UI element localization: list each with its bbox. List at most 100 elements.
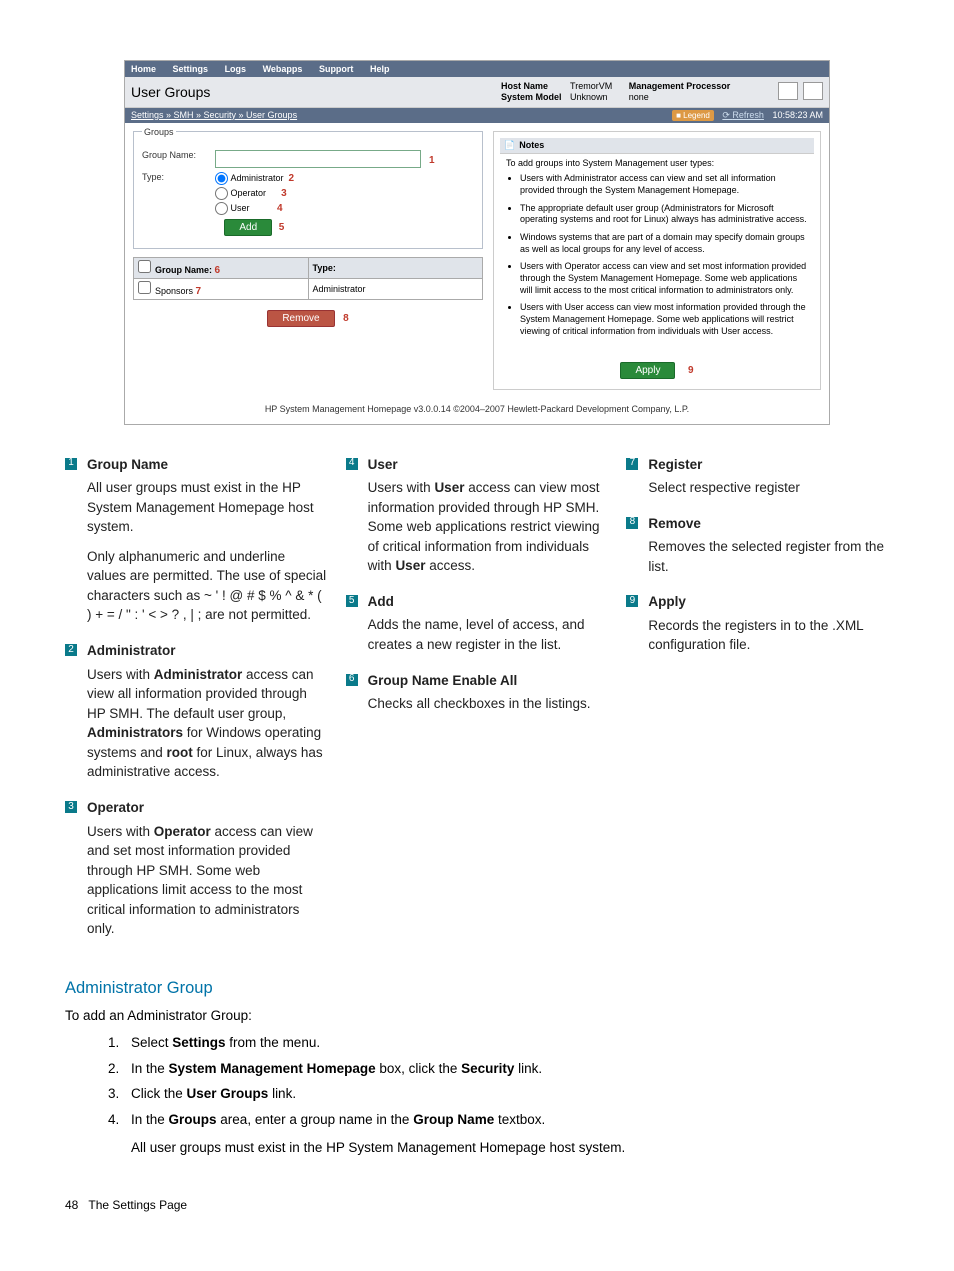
remove-button[interactable]: Remove <box>267 310 334 327</box>
refresh-link[interactable]: ⟳ Refresh <box>722 110 764 120</box>
screenshot-user-groups: Home Settings Logs Webapps Support Help … <box>124 60 830 425</box>
notes-intro: To add groups into System Management use… <box>506 158 808 170</box>
radio-user[interactable] <box>215 202 228 215</box>
legend-text: Users with User access can view most inf… <box>368 478 609 576</box>
callout-8: 8 <box>343 313 349 324</box>
menu-support[interactable]: Support <box>319 64 354 74</box>
menu-settings[interactable]: Settings <box>173 64 209 74</box>
legend-badge-9: 9 <box>626 595 638 607</box>
legend-term-6: Group Name Enable All <box>368 673 518 688</box>
legend-text: Removes the selected register from the l… <box>648 537 889 576</box>
legend-text: Users with Administrator access can view… <box>87 665 328 782</box>
titlebar-icon-2[interactable] <box>803 82 823 100</box>
header-checkbox[interactable] <box>138 260 151 273</box>
table-row[interactable]: Sponsors 7 Administrator <box>134 278 483 299</box>
callout-3: 3 <box>281 187 287 198</box>
callout-9: 9 <box>688 365 694 376</box>
page-footer: 48 The Settings Page <box>65 1198 889 1212</box>
titlebar-icon-1[interactable] <box>778 82 798 100</box>
callout-5: 5 <box>279 222 285 233</box>
groups-table: Group Name: 6 Type: Sponsors 7 Administr… <box>133 257 483 300</box>
notes-bullet: Users with User access can view most inf… <box>520 302 808 337</box>
mgmt-proc-value: none <box>629 92 649 102</box>
legend-text: All user groups must exist in the HP Sys… <box>87 478 328 537</box>
legend-term-4: User <box>368 457 398 472</box>
row-checkbox[interactable] <box>138 281 151 294</box>
legend-term-8: Remove <box>648 516 701 531</box>
radio-operator-label: Operator <box>231 187 267 197</box>
notes-bullet: The appropriate default user group (Admi… <box>520 203 808 226</box>
callout-2: 2 <box>289 172 295 183</box>
notes-title: Notes <box>500 138 814 154</box>
col-group-name: Group Name: <box>155 265 212 275</box>
legend-text: Checks all checkboxes in the listings. <box>368 694 609 714</box>
callout-6: 6 <box>215 265 221 276</box>
legend-badge-3: 3 <box>65 801 77 813</box>
legend-term-3: Operator <box>87 800 144 815</box>
menu-webapps[interactable]: Webapps <box>263 64 303 74</box>
radio-operator[interactable] <box>215 187 228 200</box>
breadcrumb[interactable]: Settings » SMH » Security » User Groups <box>131 110 297 121</box>
step-4-note: All user groups must exist in the HP Sys… <box>131 1137 889 1159</box>
title-bar: User Groups Host Name System Model Tremo… <box>125 77 829 108</box>
legend-badge-5: 5 <box>346 595 358 607</box>
admin-group-steps: Select Settings from the menu. In the Sy… <box>65 1032 889 1158</box>
menu-home[interactable]: Home <box>131 64 156 74</box>
type-label: Type: <box>142 172 212 182</box>
legend-term-1: Group Name <box>87 457 168 472</box>
legend-badge-6: 6 <box>346 674 358 686</box>
radio-user-label: User <box>231 202 250 212</box>
legend-badge-8: 8 <box>626 517 638 529</box>
step-1: Select Settings from the menu. <box>123 1032 889 1054</box>
row-name: Sponsors <box>155 286 193 296</box>
legend-text: Only alphanumeric and underline values a… <box>87 547 328 625</box>
step-4: In the Groups area, enter a group name i… <box>123 1109 889 1158</box>
callout-7: 7 <box>196 286 202 297</box>
page-title: User Groups <box>131 84 501 100</box>
legend-term-5: Add <box>368 594 394 609</box>
groups-legend: Groups <box>142 127 176 137</box>
step-3: Click the User Groups link. <box>123 1083 889 1105</box>
app-menubar: Home Settings Logs Webapps Support Help <box>125 61 829 77</box>
add-button[interactable]: Add <box>224 219 272 236</box>
notes-bullet: Windows systems that are part of a domai… <box>520 232 808 255</box>
notes-panel: Notes To add groups into System Manageme… <box>493 131 821 390</box>
legend-text: Users with Operator access can view and … <box>87 822 328 939</box>
menu-logs[interactable]: Logs <box>225 64 247 74</box>
callout-1: 1 <box>429 155 435 166</box>
legend-badge-2: 2 <box>65 644 77 656</box>
admin-group-intro: To add an Administrator Group: <box>65 1006 889 1026</box>
group-name-input[interactable] <box>215 150 421 168</box>
menu-help[interactable]: Help <box>370 64 390 74</box>
system-model-label: System Model <box>501 92 562 103</box>
radio-administrator[interactable] <box>215 172 228 185</box>
page-footer-title: The Settings Page <box>88 1198 187 1212</box>
legend-term-9: Apply <box>648 594 686 609</box>
mgmt-proc-label: Management Processor <box>629 81 731 92</box>
col-type: Type: <box>308 257 483 278</box>
host-name-label: Host Name <box>501 81 562 92</box>
radio-administrator-label: Administrator <box>231 172 284 182</box>
legend-button[interactable]: ■ Legend <box>672 110 714 121</box>
page-number: 48 <box>65 1198 78 1212</box>
clock-time: 10:58:23 AM <box>772 110 823 120</box>
system-model-value: Unknown <box>570 92 608 102</box>
apply-button[interactable]: Apply <box>620 362 675 379</box>
group-name-label: Group Name: <box>142 150 212 160</box>
legend-text: Adds the name, level of access, and crea… <box>368 615 609 654</box>
legend-term-2: Administrator <box>87 643 176 658</box>
breadcrumb-bar: Settings » SMH » Security » User Groups … <box>125 108 829 123</box>
screenshot-footer: HP System Management Homepage v3.0.0.14 … <box>125 398 829 424</box>
callout-4: 4 <box>277 202 283 213</box>
groups-fieldset: Groups Group Name: 1 Type: Administrator… <box>133 131 483 249</box>
section-heading-admin-group: Administrator Group <box>65 979 889 998</box>
legend-text: Select respective register <box>648 478 889 498</box>
notes-bullet: Users with Administrator access can view… <box>520 173 808 196</box>
step-2: In the System Management Homepage box, c… <box>123 1058 889 1080</box>
legend-badge-1: 1 <box>65 458 77 470</box>
legend-term-7: Register <box>648 457 702 472</box>
row-type: Administrator <box>308 278 483 299</box>
notes-bullet: Users with Operator access can view and … <box>520 261 808 296</box>
legend-badge-4: 4 <box>346 458 358 470</box>
legend-badge-7: 7 <box>626 458 638 470</box>
